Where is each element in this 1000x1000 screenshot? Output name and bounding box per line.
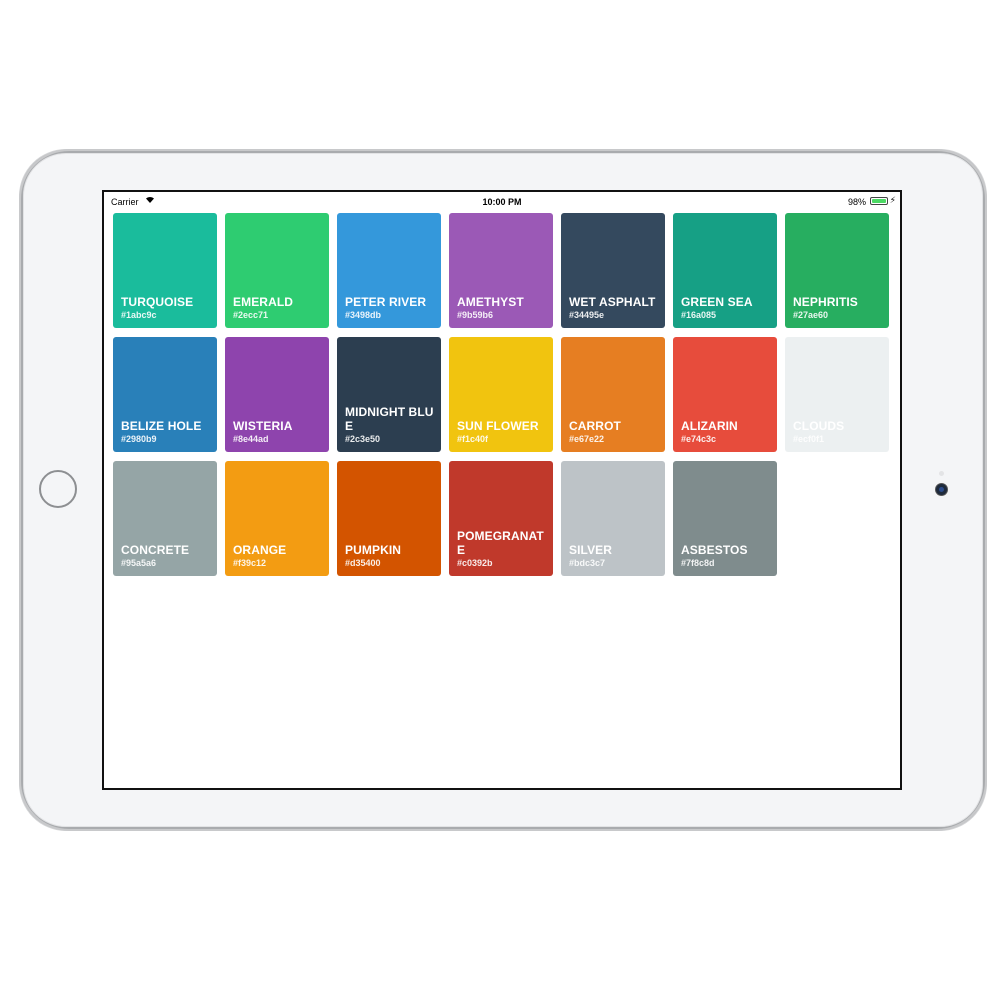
color-hex: #f1c40f [457,434,489,444]
tile-text: BELIZE HOLE #2980b9 [121,419,213,445]
tile-text: PUMPKIN #d35400 [345,543,437,569]
color-name: WET ASPHALT [569,295,656,309]
color-name: EMERALD [233,295,294,309]
color-name: SILVER [569,543,613,557]
color-hex: #16a085 [681,310,717,320]
light-sensor [939,471,944,476]
color-hex: #ecf0f1 [793,434,825,444]
tile-text: MIDNIGHT BLUE #2c3e50 [345,405,437,445]
color-hex: #c0392b [457,558,493,568]
color-hex: #f39c12 [233,558,267,568]
tile-text: AMETHYST #9b59b6 [457,295,549,321]
color-tile[interactable]: POMEGRANATE #c0392b [449,461,553,576]
home-button[interactable] [39,470,77,508]
tile-text: NEPHRITIS #27ae60 [793,295,885,321]
tile-text: TURQUOISE #1abc9c [121,295,213,321]
color-hex: #7f8c8d [681,558,715,568]
color-tile[interactable]: AMETHYST #9b59b6 [449,213,553,328]
color-name: CLOUDS [793,419,845,433]
color-tile[interactable]: CLOUDS #ecf0f1 [785,337,889,452]
color-hex: #d35400 [345,558,381,568]
color-name: AMETHYST [457,295,524,309]
tile-text: SILVER #bdc3c7 [569,543,661,569]
color-name: BELIZE HOLE [121,419,202,433]
color-tile[interactable]: TURQUOISE #1abc9c [113,213,217,328]
screen: Carrier 10:00 PM 98% ⚡ TURQUOISE #1abc9c E… [102,190,902,790]
tile-text: WISTERIA #8e44ad [233,419,325,445]
color-tile[interactable]: MIDNIGHT BLUE #2c3e50 [337,337,441,452]
camera-icon [936,484,947,495]
color-tile[interactable]: BELIZE HOLE #2980b9 [113,337,217,452]
color-hex: #9b59b6 [457,310,494,320]
color-tile[interactable]: PUMPKIN #d35400 [337,461,441,576]
color-name: TURQUOISE [121,295,194,309]
color-hex: #bdc3c7 [569,558,606,568]
color-hex: #e67e22 [569,434,605,444]
color-name: PUMPKIN [345,543,402,557]
bolt-icon: ⚡ [889,195,896,205]
tile-text: CARROT #e67e22 [569,419,661,445]
color-hex: #2c3e50 [345,434,381,444]
status-time: 10:00 PM [482,197,522,207]
status-bar: Carrier 10:00 PM 98% ⚡ [104,192,900,212]
color-tile[interactable]: ORANGE #f39c12 [225,461,329,576]
color-tile[interactable]: GREEN SEA #16a085 [673,213,777,328]
battery-icon [870,197,888,205]
color-name: WISTERIA [233,419,293,433]
color-tile[interactable]: CARROT #e67e22 [561,337,665,452]
color-hex: #2ecc71 [233,310,269,320]
tile-text: ASBESTOS #7f8c8d [681,543,773,569]
color-tile[interactable]: EMERALD #2ecc71 [225,213,329,328]
color-name: NEPHRITIS [793,295,858,309]
color-tile[interactable]: CONCRETE #95a5a6 [113,461,217,576]
color-name: MIDNIGHT BLUE [345,405,434,433]
color-tile[interactable]: WET ASPHALT #34495e [561,213,665,328]
tile-text: GREEN SEA #16a085 [681,295,773,321]
color-hex: #3498db [345,310,382,320]
color-name: ORANGE [233,543,287,557]
color-tile[interactable]: ASBESTOS #7f8c8d [673,461,777,576]
tile-text: ORANGE #f39c12 [233,543,325,569]
color-hex: #95a5a6 [121,558,157,568]
tile-text: ALIZARIN #e74c3c [681,419,773,445]
battery-percent: 98% [847,197,866,207]
color-name: GREEN SEA [681,295,753,309]
color-tile[interactable]: WISTERIA #8e44ad [225,337,329,452]
tile-text: EMERALD #2ecc71 [233,295,325,321]
color-name: ALIZARIN [681,419,738,433]
color-hex: #e74c3c [681,434,717,444]
color-tile[interactable]: SUN FLOWER #f1c40f [449,337,553,452]
color-name: ASBESTOS [681,543,748,557]
tile-text: CONCRETE #95a5a6 [121,543,213,569]
color-tile[interactable]: ALIZARIN #e74c3c [673,337,777,452]
tile-text: PETER RIVER #3498db [345,295,437,321]
color-tile[interactable]: SILVER #bdc3c7 [561,461,665,576]
color-hex: #27ae60 [793,310,829,320]
color-hex: #34495e [569,310,605,320]
color-hex: #1abc9c [121,310,157,320]
color-tile[interactable]: PETER RIVER #3498db [337,213,441,328]
color-hex: #2980b9 [121,434,157,444]
tile-text: CLOUDS #ecf0f1 [793,419,885,445]
color-name: SUN FLOWER [457,419,539,433]
color-tile[interactable]: NEPHRITIS #27ae60 [785,213,889,328]
tile-text: SUN FLOWER #f1c40f [457,419,549,445]
color-name: CONCRETE [121,543,190,557]
tile-text: POMEGRANATE #c0392b [457,529,549,569]
color-hex: #8e44ad [233,434,269,444]
color-name: PETER RIVER [345,295,427,309]
tile-text: WET ASPHALT #34495e [569,295,661,321]
color-name: POMEGRANATE [457,529,544,557]
color-name: CARROT [569,419,621,433]
